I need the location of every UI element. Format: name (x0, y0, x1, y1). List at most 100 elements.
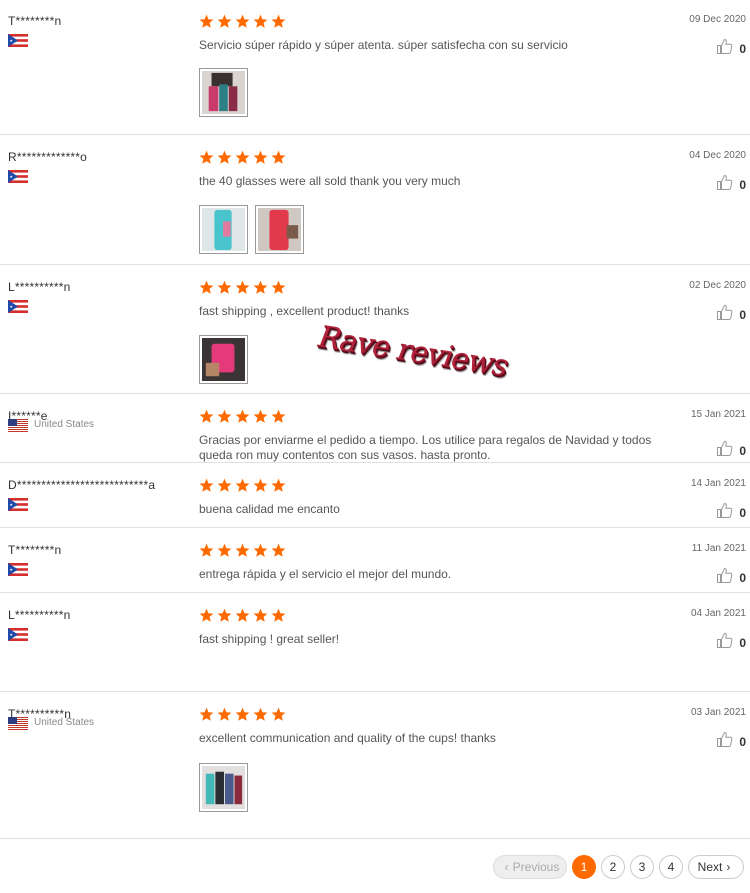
reviewer-name: D***************************a (8, 478, 156, 492)
helpful-button[interactable]: 0 (716, 304, 746, 326)
helpful-count: 0 (739, 42, 746, 56)
review-date: 04 Dec 2020 (689, 150, 746, 161)
star-icon (253, 409, 268, 423)
review-date: 03 Jan 2021 (690, 707, 746, 718)
star-icon (235, 409, 250, 423)
helpful-button[interactable]: 0 (716, 567, 746, 589)
review-photos (199, 205, 304, 254)
review-text: fast shipping ! great seller! (199, 632, 340, 646)
star-icon (199, 409, 214, 423)
star-icon (271, 543, 286, 557)
review-text: fast shipping , excellent product! thank… (199, 304, 410, 318)
review-photo-thumbnail[interactable] (199, 763, 248, 812)
review-photo-thumbnail[interactable] (255, 205, 304, 254)
star-icon (199, 478, 214, 492)
review-date: 02 Dec 2020 (689, 280, 746, 291)
review-text: Servicio súper rápido y súper atenta. sú… (199, 38, 568, 52)
page-button-3[interactable]: 3 (630, 855, 654, 879)
review-photos (199, 335, 248, 384)
star-rating (199, 608, 286, 623)
star-icon (235, 543, 250, 557)
review-date: 15 Jan 2021 (690, 409, 746, 420)
page-button-2[interactable]: 2 (601, 855, 625, 879)
next-page-button[interactable]: Next › (688, 855, 744, 879)
star-icon (253, 478, 268, 492)
helpful-count: 0 (739, 308, 746, 322)
star-icon (235, 280, 250, 294)
review-photo-thumbnail[interactable] (199, 205, 248, 254)
review-photo-thumbnail[interactable] (199, 335, 248, 384)
us-flag-icon (8, 717, 28, 730)
star-rating (199, 543, 286, 558)
review-text: buena calidad me encanto (199, 502, 340, 516)
reviewer-name: R*************o (8, 150, 88, 164)
star-icon (199, 14, 214, 28)
reviewer-name: L**********n (8, 280, 71, 294)
star-rating (199, 409, 286, 424)
star-icon (199, 608, 214, 622)
star-rating (199, 707, 286, 722)
previous-page-button[interactable]: ‹ Previous (493, 855, 567, 879)
review-date: 14 Jan 2021 (690, 478, 746, 489)
star-icon (217, 14, 232, 28)
helpful-button[interactable]: 0 (716, 174, 746, 196)
star-icon (271, 478, 286, 492)
star-icon (253, 543, 268, 557)
review-item: T********n Servicio súper rápido y súper … (0, 0, 750, 135)
star-icon (217, 280, 232, 294)
thumbs-up-icon (716, 731, 733, 753)
reviewer-name: L**********n (8, 608, 71, 622)
star-icon (271, 150, 286, 164)
page-button-4[interactable]: 4 (659, 855, 683, 879)
star-icon (235, 608, 250, 622)
star-icon (253, 150, 268, 164)
review-date: 09 Dec 2020 (689, 14, 746, 25)
star-icon (217, 409, 232, 423)
star-icon (235, 707, 250, 721)
helpful-count: 0 (739, 735, 746, 749)
puerto-rico-flag-icon (8, 34, 28, 47)
review-text: the 40 glasses were all sold thank you v… (199, 174, 461, 188)
review-item: R*************o the 40 glasses were all s… (0, 136, 750, 265)
star-icon (217, 543, 232, 557)
thumbs-up-icon (716, 38, 733, 60)
helpful-count: 0 (739, 571, 746, 585)
star-icon (199, 543, 214, 557)
helpful-button[interactable]: 0 (716, 38, 746, 60)
helpful-button[interactable]: 0 (716, 440, 746, 462)
star-rating (199, 478, 286, 493)
review-item: L**********n fast shipping ! great seller… (0, 594, 750, 692)
previous-label: Previous (512, 860, 560, 874)
chevron-left-icon: ‹ (504, 860, 509, 874)
chevron-right-icon: › (726, 860, 731, 874)
puerto-rico-flag-icon (8, 170, 28, 183)
star-rating (199, 150, 286, 165)
star-icon (253, 608, 268, 622)
puerto-rico-flag-icon (8, 498, 28, 511)
star-icon (235, 478, 250, 492)
reviewer-name: T********n (8, 14, 62, 28)
star-icon (217, 608, 232, 622)
star-icon (253, 707, 268, 721)
thumbs-up-icon (716, 304, 733, 326)
puerto-rico-flag-icon (8, 300, 28, 313)
helpful-count: 0 (739, 444, 746, 458)
thumbs-up-icon (716, 440, 733, 462)
helpful-button[interactable]: 0 (716, 632, 746, 654)
star-icon (199, 280, 214, 294)
helpful-count: 0 (739, 636, 746, 650)
helpful-button[interactable]: 0 (716, 502, 746, 524)
star-rating (199, 14, 286, 29)
reviewer-name: T********n (8, 543, 62, 557)
helpful-button[interactable]: 0 (716, 731, 746, 753)
us-flag-icon (8, 419, 28, 432)
reviewer-country: United States (34, 717, 95, 728)
review-photos (199, 763, 248, 812)
review-photo-thumbnail[interactable] (199, 68, 248, 117)
star-icon (271, 409, 286, 423)
review-text: excellent communication and quality of t… (199, 731, 496, 745)
page-button-1[interactable]: 1 (572, 855, 596, 879)
next-label: Next (697, 860, 723, 874)
review-item: I******e United States Gracias por enviarm… (0, 395, 750, 463)
review-date: 04 Jan 2021 (690, 608, 746, 619)
